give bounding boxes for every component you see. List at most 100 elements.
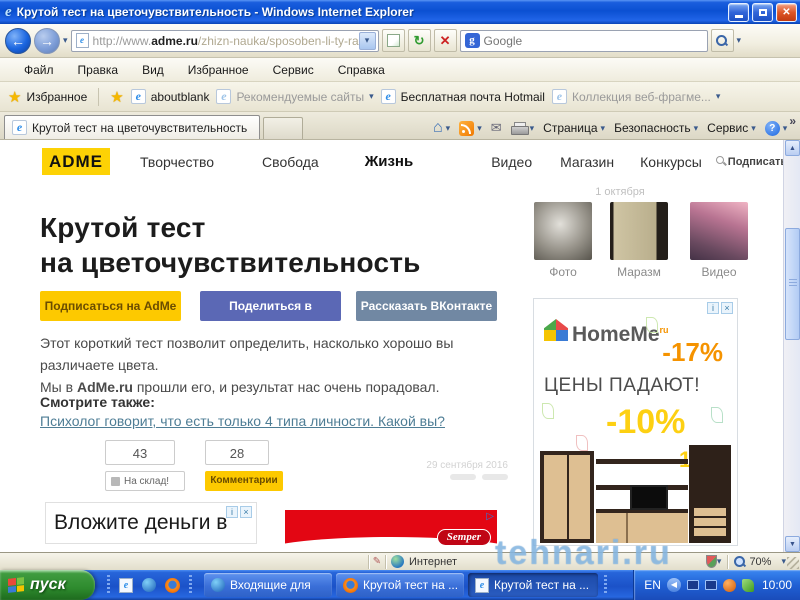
menu-file[interactable]: Файл bbox=[24, 63, 54, 77]
task-ie-active[interactable]: e Крутой тест на ... bbox=[468, 573, 598, 597]
quick-launch: e bbox=[107, 575, 192, 595]
home-button[interactable]: ⌂ ▾ bbox=[433, 120, 450, 136]
thumb-label-marazm[interactable]: Маразм bbox=[610, 265, 668, 279]
zoom-icon[interactable] bbox=[734, 555, 746, 568]
tools-menu-button[interactable]: Сервис ▾ bbox=[707, 121, 756, 135]
ad-info-icon[interactable]: i bbox=[226, 506, 238, 518]
nav-creativity[interactable]: Творчество bbox=[140, 154, 214, 170]
scroll-down-button[interactable]: ▼ bbox=[785, 536, 800, 552]
semper-ad[interactable]: ▷ Semper bbox=[285, 510, 497, 550]
tray-antivirus-icon[interactable] bbox=[741, 578, 754, 592]
toolbar-handle[interactable] bbox=[107, 575, 110, 595]
search-box[interactable]: g bbox=[459, 29, 708, 52]
address-dropdown-button[interactable]: ▾ bbox=[358, 31, 376, 50]
firefox-quicklaunch-icon[interactable] bbox=[165, 577, 180, 593]
article-intro: Этот короткий тест позволит определить, … bbox=[40, 335, 454, 395]
help-button[interactable]: ? ▾ bbox=[764, 120, 787, 136]
security-menu-button[interactable]: Безопасность ▾ bbox=[614, 121, 698, 135]
status-bar: ✎ Интернет ▾ 70% ▾ bbox=[0, 552, 800, 570]
search-input[interactable] bbox=[483, 33, 703, 48]
ie-quicklaunch-icon[interactable]: e bbox=[119, 577, 133, 593]
print-button[interactable]: ▾ bbox=[510, 122, 534, 135]
start-button[interactable]: пуск bbox=[0, 570, 95, 600]
clock[interactable]: 10:00 bbox=[762, 578, 792, 592]
tab-active[interactable]: e Крутой тест на цветочувствительность bbox=[4, 115, 260, 139]
wardrobe-graphic bbox=[540, 451, 594, 543]
nav-freedom[interactable]: Свобода bbox=[262, 154, 319, 170]
refresh-button[interactable]: ↻ bbox=[407, 29, 431, 52]
tray-chevron-icon[interactable]: ◀ bbox=[666, 578, 681, 592]
comments-button[interactable]: Комментарии bbox=[205, 471, 283, 491]
page-menu-button[interactable]: Страница ▾ bbox=[543, 121, 605, 135]
network-icon[interactable] bbox=[686, 580, 699, 590]
shield-icon[interactable] bbox=[705, 555, 717, 568]
language-indicator[interactable]: EN bbox=[644, 578, 661, 592]
subscribe-adme-button[interactable]: Подписаться на AdMe bbox=[40, 291, 181, 321]
toolbar-overflow-chevron[interactable]: » bbox=[789, 114, 796, 128]
thumbnail-photo[interactable] bbox=[534, 202, 592, 260]
close-button[interactable]: ✕ bbox=[776, 2, 797, 22]
adme-logo[interactable]: ADME bbox=[42, 148, 110, 175]
thumb-label-video[interactable]: Видео bbox=[690, 265, 748, 279]
menu-edit[interactable]: Правка bbox=[78, 63, 119, 77]
zoom-level[interactable]: 70% bbox=[749, 556, 771, 568]
favorite-suggested-sites[interactable]: e Рекомендуемые сайты ▾ bbox=[216, 89, 374, 104]
forward-button[interactable]: → bbox=[34, 27, 60, 54]
search-options-dropdown[interactable]: ▾ bbox=[737, 35, 742, 46]
url-text[interactable]: http://www.adme.ru/zhizn-nauka/sposoben-… bbox=[93, 34, 359, 48]
scroll-up-button[interactable]: ▲ bbox=[785, 140, 800, 156]
menu-favorites[interactable]: Избранное bbox=[188, 63, 249, 77]
ad-close-icon[interactable]: × bbox=[721, 302, 733, 314]
thumbnail-marazm[interactable] bbox=[610, 202, 668, 260]
discount-17: -17% bbox=[662, 337, 723, 367]
minimize-button[interactable] bbox=[728, 2, 749, 22]
bottom-left-ad[interactable]: i × Вложите деньги в bbox=[45, 502, 257, 544]
menu-help[interactable]: Справка bbox=[338, 63, 385, 77]
search-go-button[interactable] bbox=[710, 29, 734, 52]
toolbar-handle[interactable] bbox=[189, 575, 192, 595]
google-icon: g bbox=[464, 33, 480, 48]
thunderbird-quicklaunch-icon[interactable] bbox=[142, 578, 156, 592]
thumb-label-photo[interactable]: Фото bbox=[534, 265, 592, 279]
ad-info-icon[interactable]: i bbox=[707, 302, 719, 314]
read-mail-button[interactable]: ✉ bbox=[491, 120, 502, 136]
task-inbox[interactable]: Входящие для bbox=[204, 573, 332, 597]
favorite-aboutblank[interactable]: e aboutblank bbox=[130, 89, 209, 104]
adchoices-icon[interactable]: ▷ bbox=[486, 511, 494, 522]
ad-close-icon[interactable]: × bbox=[240, 506, 252, 518]
nav-shop[interactable]: Магазин bbox=[560, 154, 614, 170]
network-icon[interactable] bbox=[704, 580, 717, 590]
ie-favicon-icon: e bbox=[130, 89, 146, 104]
new-tab-button[interactable] bbox=[263, 117, 303, 139]
restore-button[interactable] bbox=[752, 2, 773, 22]
vertical-scrollbar[interactable]: ▲ ▼ bbox=[783, 140, 800, 552]
menu-view[interactable]: Вид bbox=[142, 63, 164, 77]
zoom-dropdown[interactable]: ▾ bbox=[781, 556, 786, 567]
scrollbar-thumb[interactable] bbox=[785, 228, 800, 340]
compatibility-view-button[interactable] bbox=[381, 29, 405, 52]
favorites-button[interactable]: ★ Избранное bbox=[8, 88, 87, 106]
back-button[interactable]: ← bbox=[5, 27, 31, 54]
tray-app-icon[interactable] bbox=[722, 578, 736, 592]
feeds-button[interactable]: ▾ bbox=[459, 120, 482, 136]
favorite-web-slices[interactable]: e Коллекция веб-фрагме... ▾ bbox=[551, 89, 720, 104]
semper-logo: Semper bbox=[436, 529, 491, 546]
share-vkontakte-button[interactable]: Рассказать ВКонтакте bbox=[356, 291, 497, 321]
nav-contests[interactable]: Конкурсы bbox=[640, 154, 702, 170]
nav-video[interactable]: Видео bbox=[491, 154, 532, 170]
menu-tools[interactable]: Сервис bbox=[273, 63, 314, 77]
resize-grip[interactable] bbox=[787, 557, 799, 569]
add-favorite-icon[interactable]: ★ bbox=[110, 88, 123, 106]
nav-life[interactable]: Жизнь bbox=[365, 153, 414, 170]
see-also-link[interactable]: Психолог говорит, что есть только 4 типа… bbox=[40, 413, 445, 429]
share-facebook-button[interactable]: Поделиться в Facebook bbox=[200, 291, 341, 343]
favorite-hotmail[interactable]: e Бесплатная почта Hotmail bbox=[380, 89, 545, 104]
thumbnail-video[interactable] bbox=[690, 202, 748, 260]
shield-dropdown[interactable]: ▾ bbox=[717, 556, 722, 567]
address-bar[interactable]: e http://www.adme.ru/zhizn-nauka/sposobe… bbox=[70, 29, 379, 52]
stop-button[interactable]: ✕ bbox=[433, 29, 457, 52]
homeme-ad[interactable]: i × HomeMeru -17% ЦЕНЫ ПАДАЮТ! -10% -15% bbox=[533, 298, 738, 546]
stash-button[interactable]: На склад! bbox=[105, 471, 185, 491]
task-firefox[interactable]: Крутой тест на ... bbox=[336, 573, 464, 597]
history-dropdown[interactable]: ▾ bbox=[63, 35, 68, 46]
